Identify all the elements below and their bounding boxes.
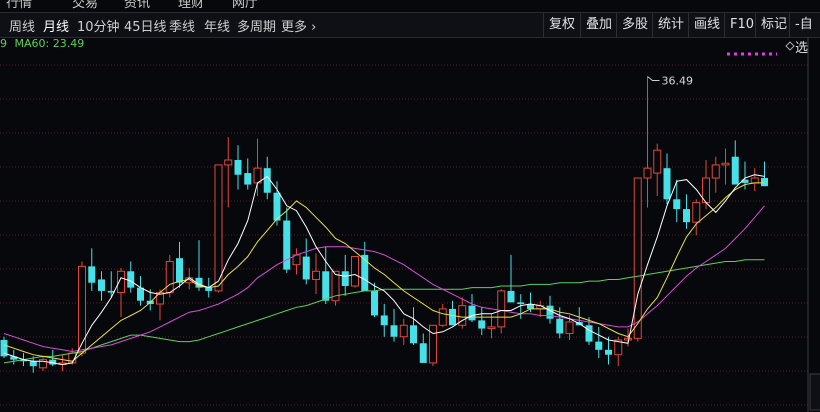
candle-body-down — [29, 361, 37, 367]
high-price-label: 36.49 — [662, 75, 694, 88]
diamond-icon — [785, 41, 795, 51]
candle-body-down — [98, 279, 105, 291]
candle-body-down — [410, 325, 417, 344]
candle-body-down — [283, 220, 291, 270]
candle-body-down — [731, 156, 739, 185]
candle-body-down — [556, 318, 564, 334]
candle-body-down — [127, 271, 135, 288]
candle-body-down — [302, 256, 310, 280]
scroll-handle — [809, 373, 820, 411]
candle-body-up — [429, 324, 437, 364]
high-price-pointer — [647, 76, 660, 82]
candle-body-up — [497, 290, 506, 328]
candle-body-up — [165, 260, 174, 294]
candle-body-down — [88, 266, 96, 283]
candle-body-down — [761, 178, 768, 187]
candle-body-down — [390, 325, 398, 337]
candle-body-down — [322, 271, 330, 301]
chart-marks: 36.49 — [647, 41, 820, 411]
kline-chart[interactable]: 36.49 — [0, 0, 820, 412]
candle-body-up — [633, 177, 642, 339]
candle-body-up — [565, 321, 574, 334]
candle-body-up — [78, 265, 86, 354]
candle-body-down — [673, 199, 681, 210]
candle-body-up — [399, 324, 408, 338]
candle-body-down — [380, 315, 388, 326]
candle-body-up — [750, 177, 759, 184]
candle-body-up — [624, 337, 632, 341]
candle-body-up — [438, 308, 447, 326]
candle-body-down — [507, 290, 515, 303]
candle-body-up — [692, 202, 701, 223]
candle-body-up — [653, 149, 662, 174]
candle-body-down — [663, 168, 671, 200]
candle-body-down — [585, 325, 593, 342]
candle-body-down — [478, 320, 486, 329]
candle-body-down — [595, 341, 603, 350]
candle-body-up — [351, 256, 359, 287]
candle-body-down — [234, 160, 242, 175]
candle-body-down — [371, 290, 378, 316]
candle-body-up — [711, 164, 720, 179]
candle-body-down — [449, 308, 456, 326]
candle-body-up — [214, 164, 223, 292]
candle-body-down — [683, 209, 690, 223]
candle-body-up — [224, 159, 233, 166]
candle-body-down — [244, 173, 252, 185]
candle-body-up — [312, 270, 320, 280]
candle-body-down — [205, 287, 213, 291]
candle-body-up — [487, 326, 496, 330]
candle-body-down — [341, 271, 349, 286]
candle-body-down — [419, 343, 427, 363]
candles — [0, 76, 768, 373]
candle-body-down — [468, 305, 476, 321]
candle-body-down — [517, 302, 525, 304]
candle-body-down — [605, 349, 612, 355]
candle-body-down — [137, 287, 144, 301]
candle-body-down — [176, 258, 183, 283]
candle-body-up — [721, 162, 730, 166]
candle-body-up — [643, 167, 652, 179]
